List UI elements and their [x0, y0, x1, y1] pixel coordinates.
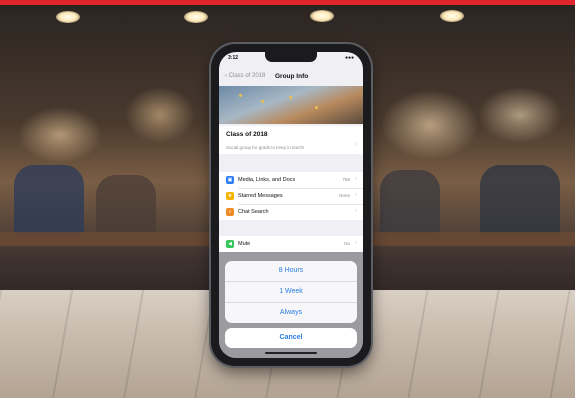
- cancel-button[interactable]: Cancel: [225, 328, 357, 348]
- photo-detail: [261, 100, 264, 103]
- option-1-week[interactable]: 1 Week: [225, 282, 357, 302]
- photo-detail: [289, 96, 292, 99]
- phone-notch: [265, 52, 317, 62]
- back-button[interactable]: ‹ Class of 2018: [225, 73, 265, 79]
- chevron-right-icon: ›: [355, 176, 357, 182]
- row-starred-messages[interactable]: ★ Starred Messages None ›: [219, 188, 363, 204]
- search-icon: ⌕: [226, 208, 234, 216]
- photo-icon: ▣: [226, 176, 234, 184]
- chevron-right-icon: ›: [355, 208, 357, 214]
- row-label: Starred Messages: [238, 193, 283, 199]
- navigation-bar: ‹ Class of 2018 Group Info: [219, 70, 363, 86]
- background-person: [480, 165, 560, 235]
- row-label: Media, Links, and Docs: [238, 177, 296, 183]
- iphone: 3:12 ●●● ‹ Class of 2018 Group Info Clas…: [211, 44, 371, 366]
- option-8-hours[interactable]: 8 Hours: [225, 261, 357, 281]
- photo-detail: [239, 94, 242, 97]
- mute-duration-action-sheet: 8 Hours 1 Week Always: [225, 261, 357, 323]
- photo-detail: [315, 106, 318, 109]
- row-mute[interactable]: ◀ Mute No ›: [219, 236, 363, 252]
- group-info-section[interactable]: Class of 2018 Social group for grads to …: [219, 126, 363, 154]
- row-value: 768: [342, 177, 350, 182]
- chevron-right-icon: ›: [355, 192, 357, 198]
- chevron-right-icon: ›: [355, 142, 357, 148]
- row-chat-search[interactable]: ⌕ Chat Search ›: [219, 204, 363, 220]
- ceiling-light: [184, 11, 208, 23]
- status-indicators: ●●●: [344, 55, 354, 61]
- settings-group-1: ▣ Media, Links, and Docs 768 › ★ Starred…: [219, 172, 363, 220]
- row-media-links-docs[interactable]: ▣ Media, Links, and Docs 768 ›: [219, 172, 363, 188]
- home-indicator: [265, 352, 317, 354]
- speaker-icon: ◀: [226, 240, 234, 248]
- ceiling-light: [56, 11, 80, 23]
- chevron-right-icon: ›: [355, 240, 357, 246]
- ceiling-light: [440, 10, 464, 22]
- background-person: [96, 175, 156, 235]
- group-photo[interactable]: [219, 86, 363, 124]
- row-label: Chat Search: [238, 209, 269, 215]
- row-label: Mute: [238, 241, 251, 247]
- page-title: Group Info: [275, 73, 309, 80]
- settings-group-2: ◀ Mute No ›: [219, 236, 363, 252]
- phone-screen: 3:12 ●●● ‹ Class of 2018 Group Info Clas…: [219, 52, 363, 358]
- row-value: None: [339, 193, 350, 198]
- status-time: 3:12: [228, 55, 239, 61]
- group-description: Social group for grads to keep in touch!: [226, 145, 305, 150]
- ceiling-light: [310, 10, 334, 22]
- background-person: [14, 165, 84, 235]
- option-always[interactable]: Always: [225, 303, 357, 323]
- row-value: No: [344, 241, 350, 246]
- star-icon: ★: [226, 192, 234, 200]
- background-person: [380, 170, 440, 235]
- group-name: Class of 2018: [226, 131, 268, 138]
